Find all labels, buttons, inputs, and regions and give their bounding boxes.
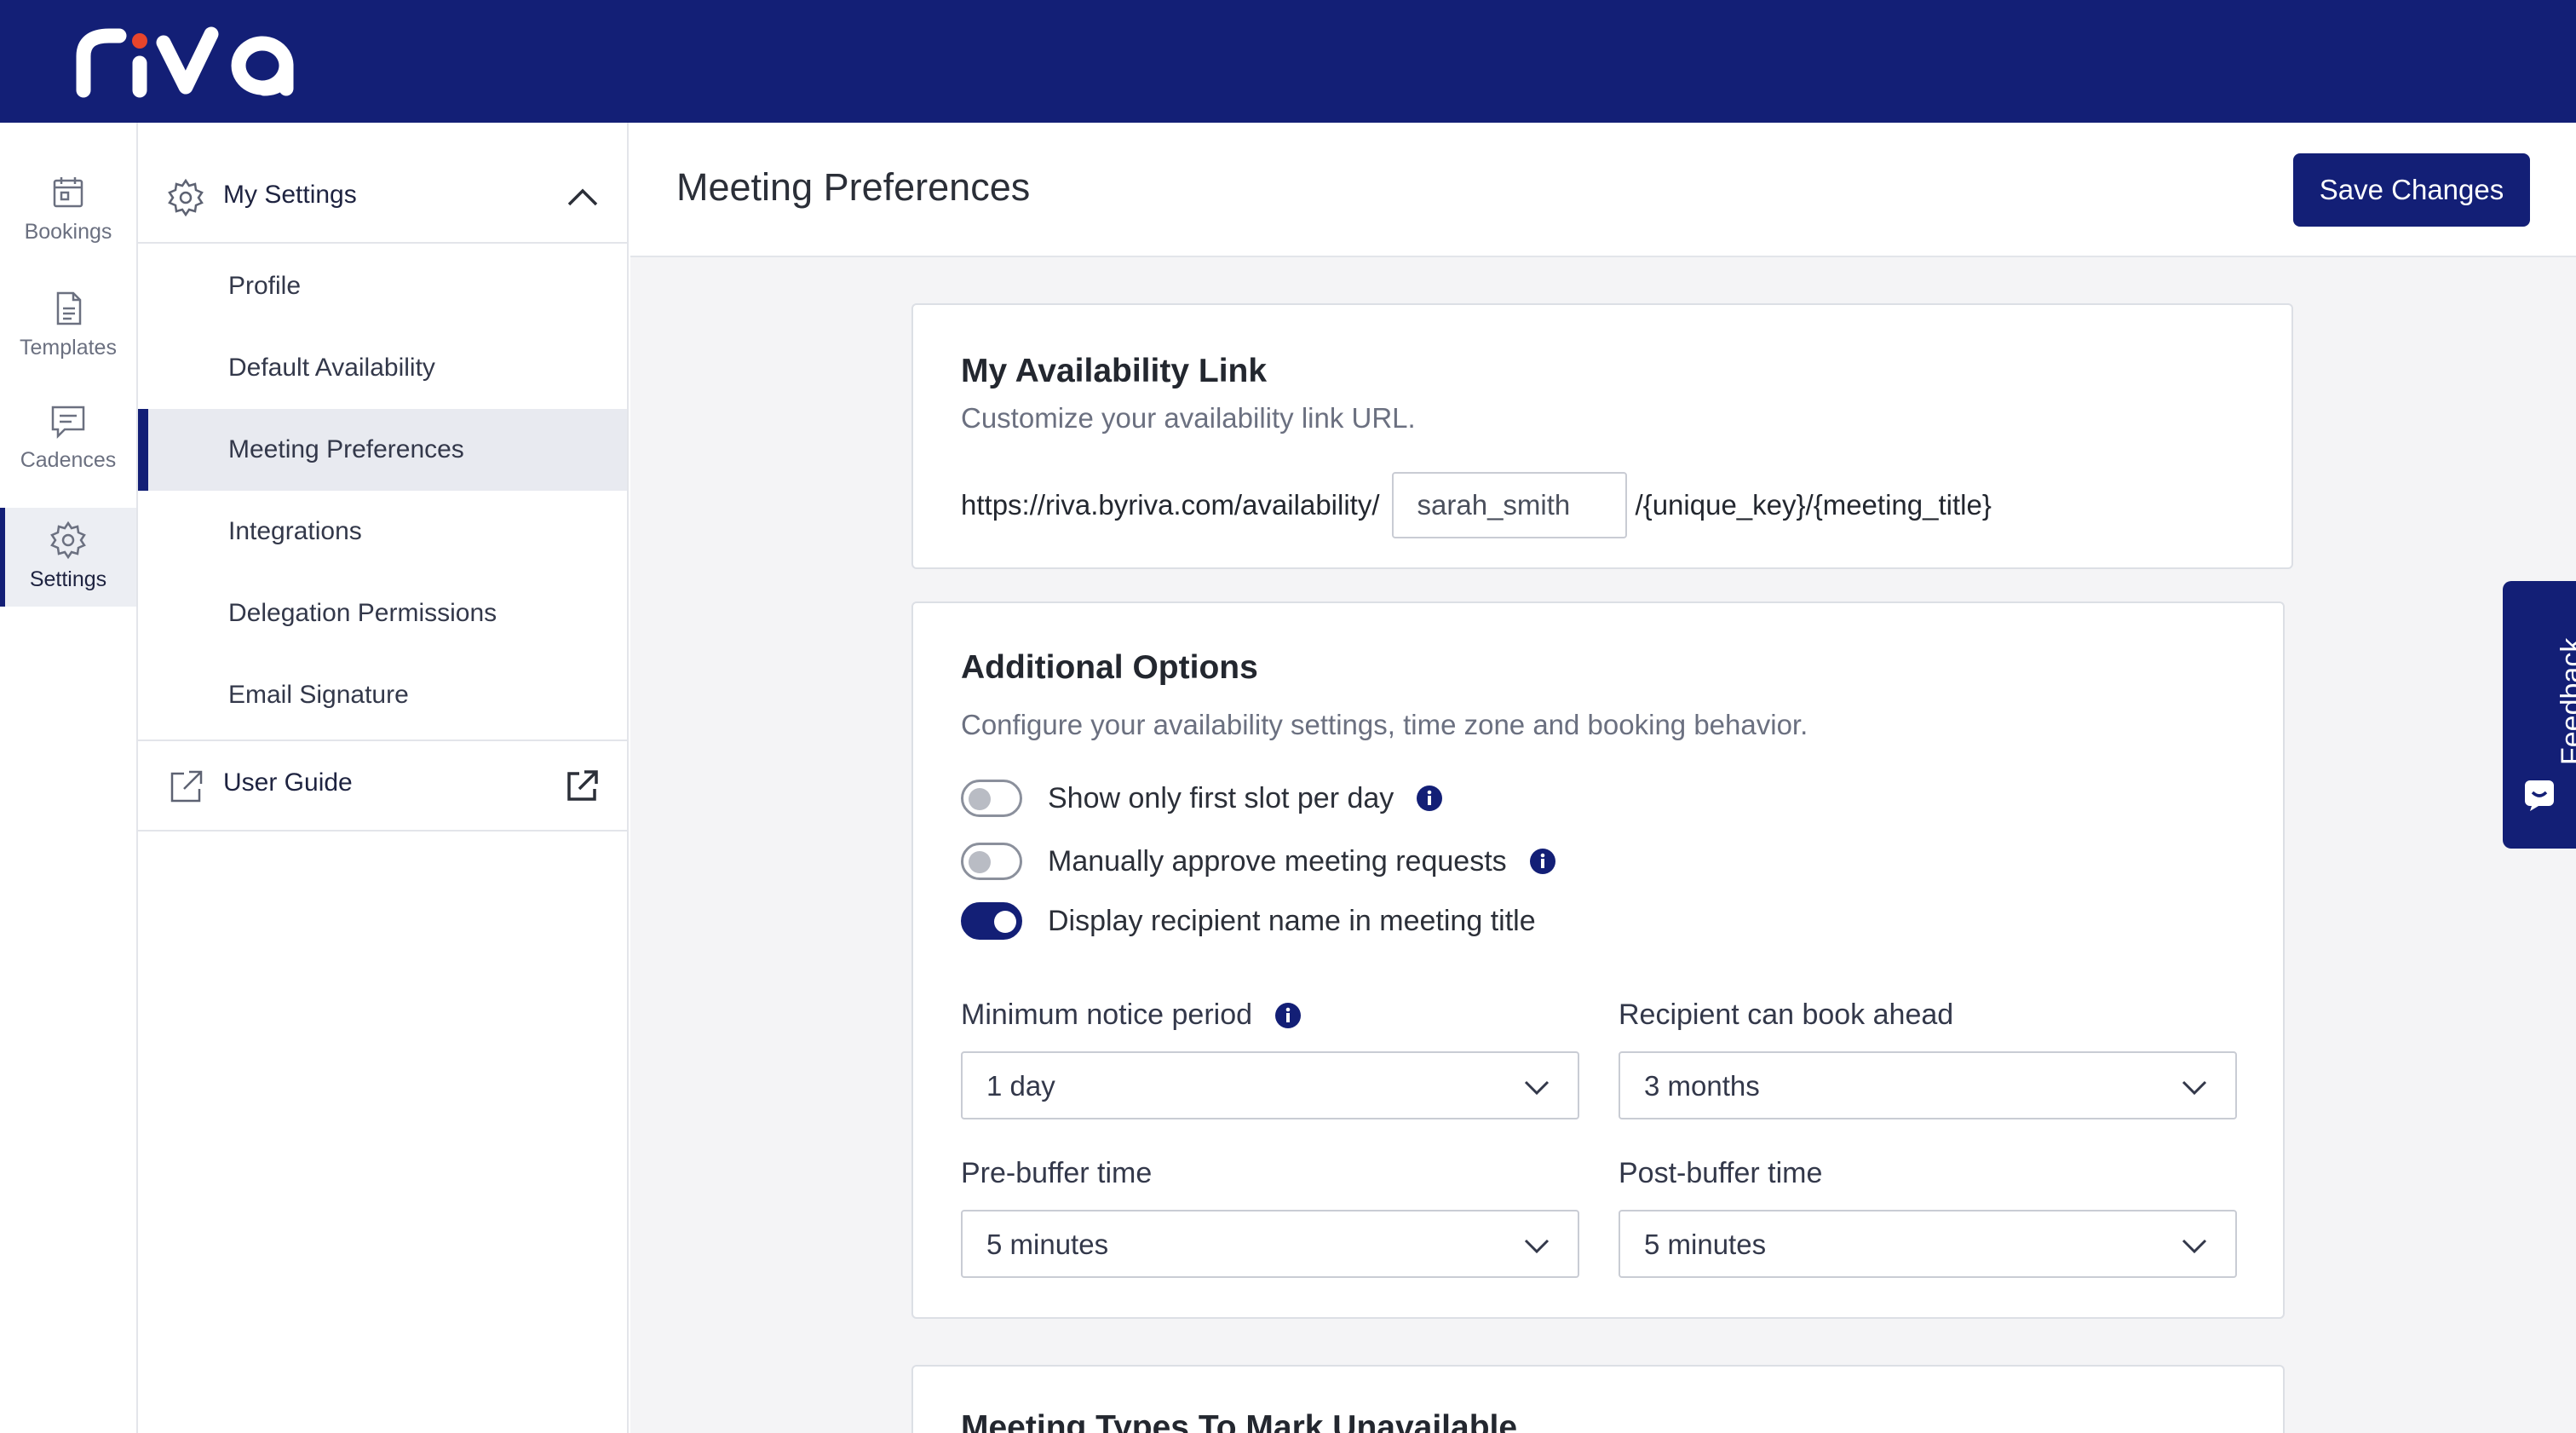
my-settings-header[interactable]: My Settings — [138, 123, 627, 244]
info-icon[interactable] — [1274, 1002, 1302, 1029]
user-guide-link[interactable]: User Guide — [138, 740, 627, 832]
subnav-item-integrations[interactable]: Integrations — [138, 491, 627, 573]
subnav-item-label: Meeting Preferences — [228, 435, 464, 463]
meeting-types-card: Meeting Types To Mark Unavailable — [911, 1365, 2285, 1433]
toggle-row-manual-approve: Manually approve meeting requests — [961, 840, 1556, 883]
additional-options-subtitle: Configure your availability settings, ti… — [961, 709, 1808, 740]
subnav-item-label: Integrations — [228, 517, 362, 545]
page-title: Meeting Preferences — [676, 165, 1031, 209]
settings-subnav: My Settings Profile Default Availability… — [138, 123, 629, 1433]
pre-buffer-select[interactable]: 5 minutes — [961, 1210, 1579, 1278]
toggle-row-recipient-name: Display recipient name in meeting title — [961, 900, 1536, 942]
rail-item-label: Templates — [20, 336, 117, 360]
icon-rail: Bookings Templates Cadences Settings — [0, 123, 138, 1433]
select-value: 5 minutes — [986, 1229, 1109, 1260]
main-header: Meeting Preferences Save Changes — [630, 123, 2576, 257]
subnav-item-meeting-preferences[interactable]: Meeting Preferences — [138, 409, 627, 491]
select-value: 3 months — [1644, 1070, 1760, 1102]
meeting-types-title: Meeting Types To Mark Unavailable — [961, 1409, 1518, 1433]
top-bar — [0, 0, 2576, 123]
post-buffer-select[interactable]: 5 minutes — [1619, 1210, 2237, 1278]
post-buffer-label: Post-buffer time — [1619, 1157, 1822, 1190]
field-label-text: Pre-buffer time — [961, 1157, 1153, 1189]
info-icon[interactable] — [1416, 785, 1443, 812]
pre-buffer-label: Pre-buffer time — [961, 1157, 1152, 1190]
gear-icon — [168, 178, 204, 217]
field-label-text: Recipient can book ahead — [1619, 998, 1954, 1031]
rail-item-settings[interactable]: Settings — [0, 508, 136, 607]
document-icon — [56, 291, 82, 325]
subnav-item-label: Default Availability — [228, 354, 435, 382]
additional-options-title: Additional Options — [961, 649, 1258, 686]
subnav-item-profile[interactable]: Profile — [138, 245, 627, 327]
chevron-down-icon — [2182, 1239, 2207, 1254]
toggle-label: Manually approve meeting requests — [1048, 844, 1507, 878]
subnav-item-delegation-permissions[interactable]: Delegation Permissions — [138, 573, 627, 654]
content-area: My Availability Link Customize your avai… — [630, 257, 2576, 1433]
min-notice-select[interactable]: 1 day — [961, 1051, 1579, 1119]
url-prefix: https://riva.byriva.com/availability/ — [961, 489, 1380, 521]
rail-item-bookings[interactable]: Bookings — [0, 160, 136, 259]
rail-item-label: Settings — [29, 567, 107, 591]
url-suffix: /{unique_key}/{meeting_title} — [1635, 489, 1992, 521]
rail-item-templates[interactable]: Templates — [0, 276, 136, 375]
field-label-text: Post-buffer time — [1619, 1157, 1823, 1189]
recipient-name-toggle[interactable] — [961, 902, 1022, 940]
section-label: My Settings — [223, 181, 357, 209]
open-new-window-icon[interactable] — [564, 767, 601, 804]
first-slot-toggle[interactable] — [961, 780, 1022, 817]
min-notice-label: Minimum notice period — [961, 998, 1302, 1032]
rail-item-cadences[interactable]: Cadences — [0, 388, 136, 487]
gear-icon — [50, 521, 86, 560]
subnav-item-email-signature[interactable]: Email Signature — [138, 654, 627, 736]
availability-link-title: My Availability Link — [961, 353, 1268, 389]
availability-slug-input[interactable] — [1391, 472, 1627, 538]
chevron-down-icon — [2182, 1080, 2207, 1096]
toggle-row-first-slot: Show only first slot per day — [961, 777, 1443, 820]
select-value: 1 day — [986, 1070, 1055, 1102]
user-guide-label: User Guide — [223, 768, 353, 797]
subnav-item-label: Delegation Permissions — [228, 599, 497, 627]
info-icon[interactable] — [1529, 848, 1556, 875]
chevron-up-icon[interactable] — [566, 184, 600, 211]
availability-link-card: My Availability Link Customize your avai… — [911, 303, 2293, 569]
field-label-text: Minimum notice period — [961, 998, 1253, 1031]
book-ahead-select[interactable]: 3 months — [1619, 1051, 2237, 1119]
chevron-down-icon — [1524, 1239, 1550, 1254]
book-ahead-label: Recipient can book ahead — [1619, 998, 1953, 1032]
subnav-item-label: Email Signature — [228, 681, 409, 709]
select-value: 5 minutes — [1644, 1229, 1767, 1260]
manual-approve-toggle[interactable] — [961, 843, 1022, 880]
toggle-label: Display recipient name in meeting title — [1048, 904, 1536, 937]
save-changes-button[interactable]: Save Changes — [2293, 153, 2530, 227]
feedback-label: Feedback — [2556, 637, 2576, 765]
message-icon — [51, 406, 85, 440]
toggle-label: Show only first slot per day — [1048, 781, 1394, 814]
availability-url: https://riva.byriva.com/availability/ /{… — [961, 472, 1992, 538]
availability-link-subtitle: Customize your availability link URL. — [961, 402, 1416, 434]
feedback-tab[interactable]: Feedback — [2503, 581, 2576, 849]
rail-item-label: Bookings — [24, 220, 112, 244]
riva-logo[interactable] — [75, 22, 305, 99]
chat-icon — [2525, 780, 2554, 811]
external-link-icon — [170, 770, 203, 803]
additional-options-card: Additional Options Configure your availa… — [911, 601, 2285, 1319]
calendar-icon — [53, 177, 83, 208]
chevron-down-icon — [1524, 1080, 1550, 1096]
rail-item-label: Cadences — [20, 448, 117, 472]
subnav-item-default-availability[interactable]: Default Availability — [138, 327, 627, 409]
subnav-item-label: Profile — [228, 272, 302, 300]
